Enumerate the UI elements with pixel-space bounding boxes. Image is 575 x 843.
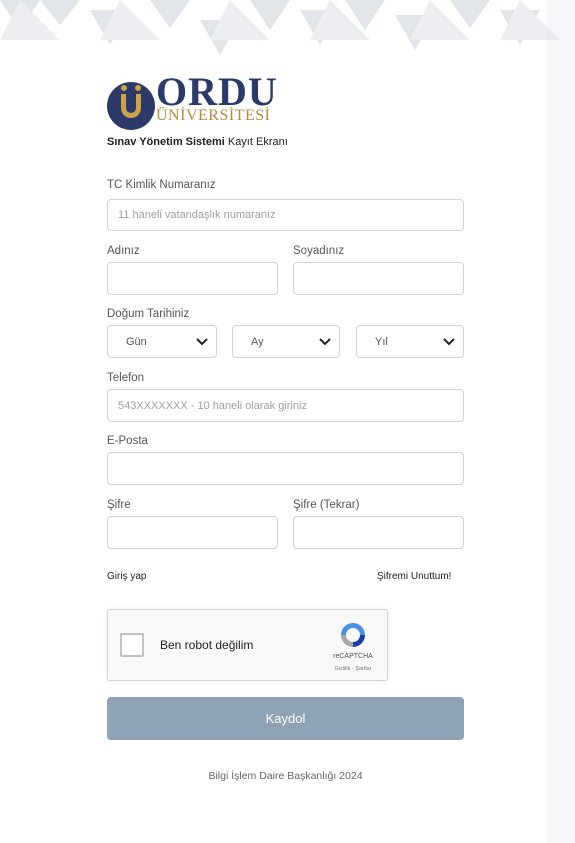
email-input[interactable] bbox=[107, 452, 464, 485]
phone-label: Telefon bbox=[107, 372, 145, 384]
birth-month-select[interactable]: Ay bbox=[232, 325, 340, 358]
footer-text: Bilgi İşlem Daire Başkanlığı 2024 bbox=[208, 770, 363, 782]
recaptcha-widget: Ben robot değilim reCAPTCHA Gizlilik - Ş… bbox=[107, 609, 388, 681]
recaptcha-checkbox[interactable] bbox=[120, 633, 144, 657]
system-name: Sınav Yönetim Sistemi bbox=[107, 136, 225, 148]
password-confirm-input[interactable] bbox=[293, 516, 464, 549]
birth-year-select[interactable]: Yıl bbox=[356, 325, 464, 358]
tc-placeholder: 11 haneli vatandaşlık numaranız bbox=[118, 209, 276, 221]
birth-year-value: Yıl bbox=[375, 335, 388, 348]
logo-subtitle: ÜNİVERSİTESİ bbox=[156, 107, 271, 124]
register-button[interactable]: Kaydol bbox=[107, 697, 464, 740]
page-subtitle: Sınav Yönetim Sistemi Kayıt Ekranı bbox=[107, 136, 288, 148]
right-background-strip bbox=[547, 0, 575, 843]
name-label: Adınız bbox=[107, 245, 140, 257]
recaptcha-privacy-terms-links[interactable]: Gizlilik - Şartlar bbox=[319, 666, 387, 672]
birth-day-select[interactable]: Gün bbox=[107, 325, 217, 358]
tc-label: TC Kimlik Numaranız bbox=[107, 179, 216, 191]
forgot-password-link[interactable]: Şifremi Unuttum! bbox=[377, 571, 451, 582]
password-confirm-label: Şifre (Tekrar) bbox=[293, 499, 360, 511]
recaptcha-brand: reCAPTCHA bbox=[333, 653, 373, 660]
recaptcha-logo-icon bbox=[341, 623, 365, 647]
chevron-down-icon bbox=[443, 337, 455, 345]
logo-wordmark: ORDU bbox=[156, 69, 278, 114]
surname-input[interactable] bbox=[293, 262, 464, 295]
chevron-down-icon bbox=[196, 337, 208, 345]
tc-input[interactable]: 11 haneli vatandaşlık numaranız bbox=[107, 199, 464, 231]
decorative-header-pattern bbox=[0, 0, 560, 55]
birth-month-value: Ay bbox=[251, 335, 264, 348]
phone-input[interactable]: 543XXXXXXX - 10 haneli olarak giriniz bbox=[107, 389, 464, 422]
screen-name: Kayıt Ekranı bbox=[224, 136, 288, 148]
phone-placeholder: 543XXXXXXX - 10 haneli olarak giriniz bbox=[118, 399, 307, 412]
password-label: Şifre bbox=[107, 499, 131, 511]
email-label: E-Posta bbox=[107, 435, 148, 447]
surname-label: Soyadınız bbox=[293, 245, 345, 257]
password-input[interactable] bbox=[107, 516, 278, 549]
birth-date-label: Doğum Tarihiniz bbox=[107, 308, 190, 320]
chevron-down-icon bbox=[319, 337, 331, 345]
recaptcha-label: Ben robot değilim bbox=[160, 638, 254, 652]
login-link[interactable]: Giriş yap bbox=[107, 571, 146, 582]
birth-day-value: Gün bbox=[126, 335, 147, 348]
name-input[interactable] bbox=[107, 262, 278, 295]
